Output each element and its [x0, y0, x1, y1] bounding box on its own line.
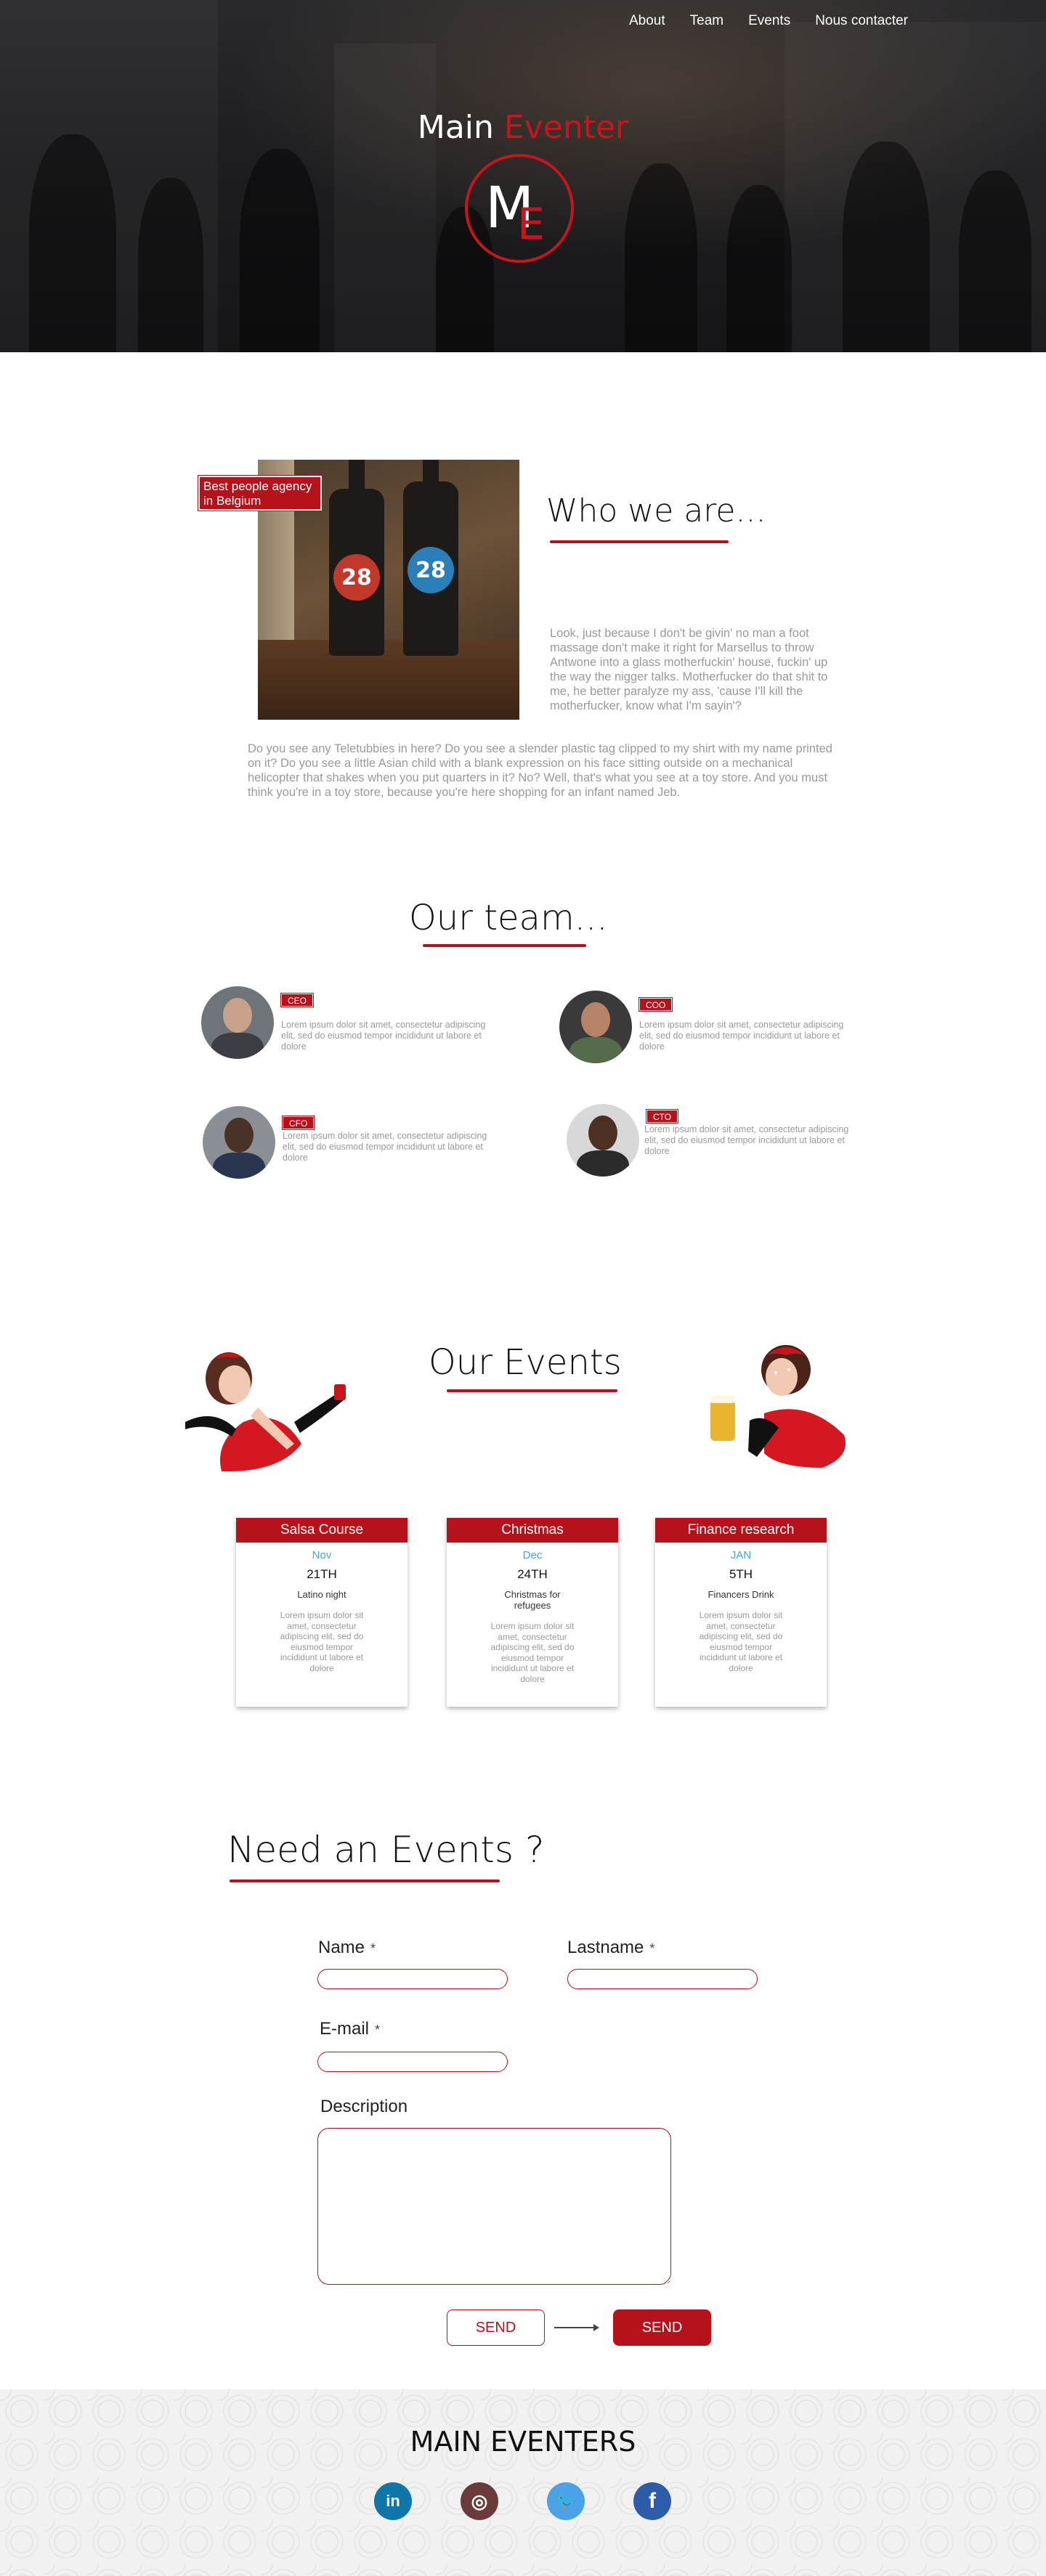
- avatar: [203, 1106, 275, 1179]
- send-button-outline[interactable]: SEND: [447, 2309, 545, 2346]
- event-day: 24TH: [517, 1567, 548, 1581]
- brand-main: Main: [417, 109, 494, 146]
- team-member-cto: CTO Lorem ipsum dolor sit amet, consecte…: [567, 1104, 915, 1184]
- description-textarea[interactable]: [317, 2128, 671, 2285]
- required-mark: *: [370, 1941, 376, 1956]
- nav-events[interactable]: Events: [748, 13, 790, 29]
- event-subtitle: Financers Drink: [708, 1589, 774, 1600]
- team-member-ceo: CEO Lorem ipsum dolor sit amet, consecte…: [201, 986, 550, 1066]
- event-day: 5TH: [729, 1567, 753, 1581]
- about-text-bottom: Do you see any Teletubbies in here? Do y…: [248, 742, 832, 799]
- event-month: Nov: [312, 1549, 332, 1561]
- about-text-right: Look, just because I don't be givin' no …: [550, 627, 828, 712]
- brand-title: Main Eventer: [0, 109, 1046, 146]
- nav-contact[interactable]: Nous contacter: [815, 13, 908, 29]
- event-description: Lorem ipsum dolor sit amet, consectetur …: [490, 1621, 575, 1684]
- brand-logo: M E: [465, 154, 574, 263]
- about-heading-underline: [550, 540, 729, 543]
- agency-tag: Best people agency in Belgium: [198, 475, 323, 511]
- member-description: Lorem ipsum dolor sit amet, consectetur …: [281, 1020, 486, 1052]
- email-label: E-mail *: [320, 2019, 380, 2039]
- role-badge: COO: [638, 997, 673, 1012]
- name-label: Name *: [318, 1938, 376, 1958]
- events-heading-underline: [447, 1389, 617, 1392]
- contact-heading-underline: [230, 1880, 500, 1882]
- event-month: Dec: [522, 1549, 543, 1561]
- event-card-salsa[interactable]: Salsa Course Nov 21TH Latino night Lorem…: [236, 1518, 408, 1707]
- nav-about[interactable]: About: [629, 13, 665, 29]
- event-day: 21TH: [307, 1567, 337, 1581]
- bottle-label-blue: 28: [408, 547, 454, 593]
- nav-team[interactable]: Team: [690, 13, 723, 29]
- event-description: Lorem ipsum dolor sit amet, consectetur …: [280, 1610, 364, 1673]
- instagram-icon[interactable]: ◎: [461, 2482, 498, 2520]
- lastname-label-text: Lastname: [567, 1938, 644, 1957]
- avatar: [559, 991, 632, 1063]
- avatar: [567, 1104, 639, 1177]
- name-input[interactable]: [317, 1969, 508, 1989]
- email-label-text: E-mail: [320, 2019, 370, 2039]
- brand-accent: Eventer: [503, 109, 629, 146]
- facebook-icon[interactable]: f: [633, 2482, 671, 2520]
- role-badge: CEO: [280, 993, 315, 1007]
- event-card-christmas[interactable]: Christmas Dec 24TH Christmas for refugee…: [447, 1518, 618, 1707]
- pinup-girl-left-image: [185, 1352, 346, 1471]
- event-subtitle: Christmas for refugees: [504, 1589, 561, 1611]
- bottle-label-red: 28: [333, 554, 380, 601]
- name-label-text: Name: [318, 1938, 365, 1957]
- lastname-input[interactable]: [567, 1969, 758, 1989]
- twitter-icon[interactable]: 🐦: [547, 2482, 585, 2520]
- team-member-cfo: CFO Lorem ipsum dolor sit amet, consecte…: [203, 1106, 551, 1186]
- team-heading: Our team...: [409, 898, 608, 938]
- role-badge: CTO: [645, 1109, 679, 1124]
- linkedin-icon[interactable]: in: [374, 2482, 412, 2520]
- team-heading-underline: [423, 944, 586, 947]
- event-title: Christmas: [447, 1518, 618, 1543]
- description-label: Description: [320, 2097, 408, 2116]
- about-heading: Who we are...: [546, 492, 766, 529]
- lastname-label: Lastname *: [567, 1938, 654, 1958]
- member-description: Lorem ipsum dolor sit amet, consectetur …: [644, 1124, 849, 1156]
- role-badge: CFO: [281, 1116, 315, 1130]
- send-button[interactable]: SEND: [613, 2309, 711, 2346]
- hero-banner: About Team Events Nous contacter Main Ev…: [0, 0, 1046, 352]
- event-title: Salsa Course: [236, 1518, 408, 1543]
- pinup-girl-right-image: [710, 1345, 846, 1468]
- member-description: Lorem ipsum dolor sit amet, consectetur …: [283, 1131, 487, 1163]
- required-mark: *: [649, 1941, 655, 1956]
- footer-title: MAIN EVENTERS: [410, 2426, 636, 2458]
- arrow-right-icon: [554, 2324, 599, 2331]
- contact-heading: Need an Events ?: [227, 1829, 545, 1871]
- event-month: JAN: [730, 1549, 752, 1561]
- required-mark: *: [375, 2023, 381, 2037]
- team-member-coo: COO Lorem ipsum dolor sit amet, consecte…: [559, 991, 908, 1070]
- event-subtitle: Latino night: [297, 1589, 346, 1600]
- event-card-finance[interactable]: Finance research JAN 5TH Financers Drink…: [655, 1518, 827, 1707]
- footer: [0, 2389, 1046, 2576]
- email-input[interactable]: [317, 2052, 508, 2072]
- avatar: [201, 986, 274, 1059]
- events-heading: Our Events: [429, 1342, 622, 1383]
- member-description: Lorem ipsum dolor sit amet, consectetur …: [639, 1020, 844, 1052]
- logo-letter-e: E: [517, 199, 545, 250]
- main-nav: About Team Events Nous contacter: [629, 13, 908, 29]
- event-title: Finance research: [655, 1518, 827, 1543]
- event-description: Lorem ipsum dolor sit amet, consectetur …: [699, 1610, 783, 1673]
